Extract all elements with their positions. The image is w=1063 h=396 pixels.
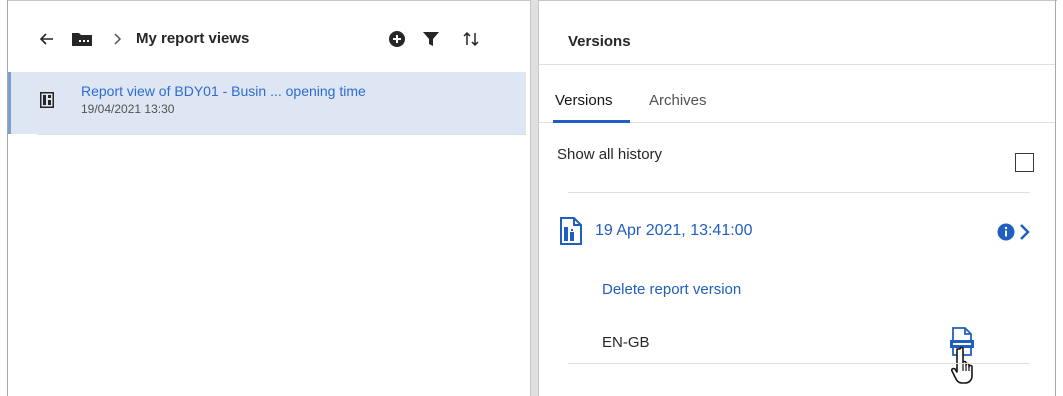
hand-pointer-cursor-icon xyxy=(950,345,981,385)
info-icon[interactable] xyxy=(997,223,1015,241)
report-document-icon[interactable] xyxy=(559,217,583,245)
folder-icon[interactable] xyxy=(71,31,93,47)
add-circle-icon[interactable] xyxy=(388,30,406,48)
versions-panel: Versions Versions Archives Show all hist… xyxy=(539,1,1055,396)
header-divider xyxy=(539,64,1055,65)
delete-report-version-link[interactable]: Delete report version xyxy=(602,281,741,298)
report-view-icon xyxy=(40,92,54,108)
tab-archives[interactable]: Archives xyxy=(649,92,707,109)
output-language-label: EN-GB xyxy=(602,334,650,351)
breadcrumb-chevron-icon xyxy=(112,31,124,47)
row-divider xyxy=(38,134,526,135)
section-divider-bottom xyxy=(568,363,1030,364)
report-view-row[interactable]: Report view of BDY01 - Busin ... opening… xyxy=(8,72,526,134)
app-frame: My report views Report view of BDY01 - B… xyxy=(0,0,1063,396)
report-view-title[interactable]: Report view of BDY01 - Busin ... opening… xyxy=(81,83,366,99)
show-all-history-label: Show all history xyxy=(557,146,663,163)
report-view-date: 19/04/2021 13:30 xyxy=(81,102,175,116)
versions-panel-title: Versions xyxy=(568,33,631,50)
report-views-panel: My report views Report view of BDY01 - B… xyxy=(8,1,530,396)
section-divider xyxy=(568,192,1030,193)
version-timestamp[interactable]: 19 Apr 2021, 13:41:00 xyxy=(595,222,752,240)
filter-icon[interactable] xyxy=(422,30,440,48)
breadcrumb-title[interactable]: My report views xyxy=(136,30,249,47)
arrow-left-icon[interactable] xyxy=(38,30,56,48)
frame-right-border xyxy=(1055,0,1056,396)
report-views-header: My report views xyxy=(8,1,530,71)
tab-versions[interactable]: Versions xyxy=(555,92,613,109)
chevron-right-icon[interactable] xyxy=(1018,222,1032,242)
show-all-history-checkbox[interactable] xyxy=(1015,153,1034,172)
sort-icon[interactable] xyxy=(462,30,480,48)
panel-splitter[interactable] xyxy=(530,0,539,396)
active-tab-indicator xyxy=(553,120,630,123)
